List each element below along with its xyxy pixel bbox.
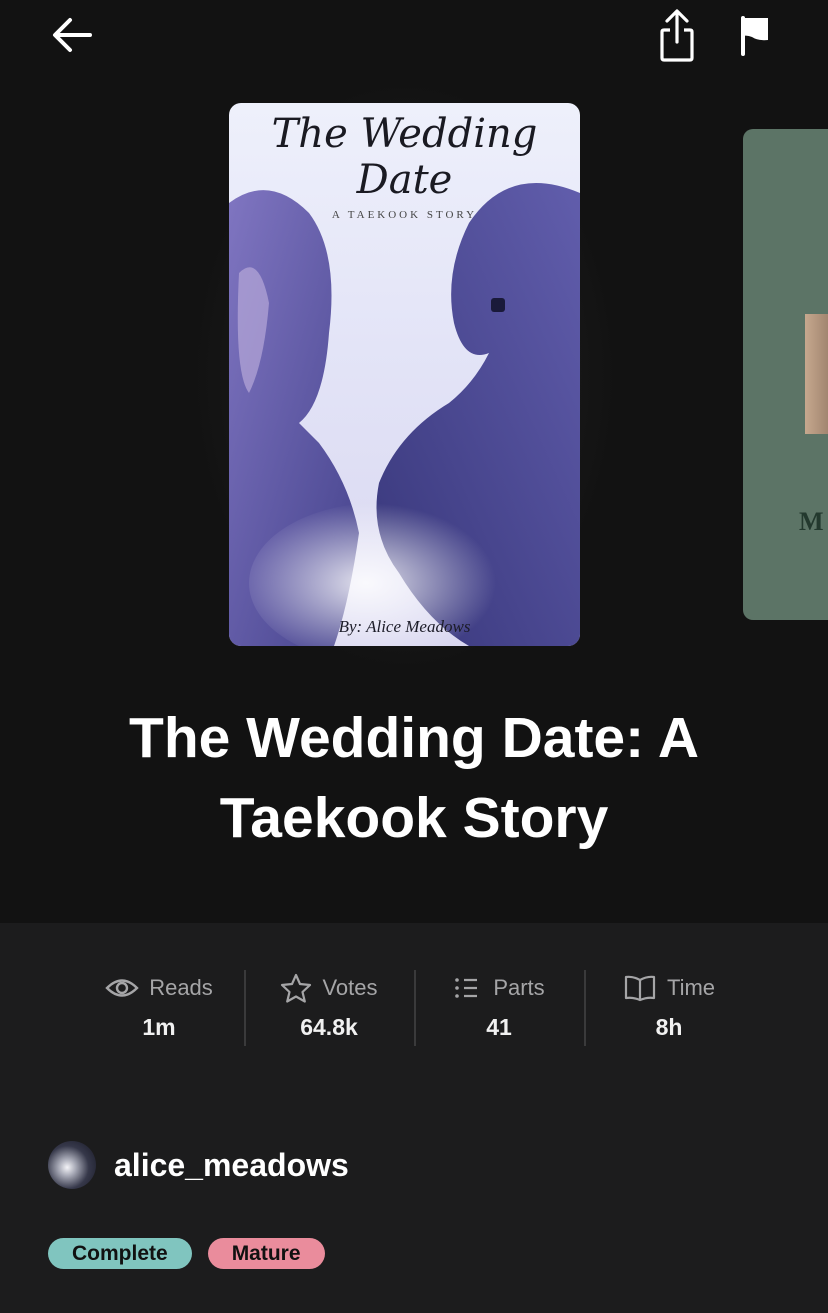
back-button[interactable] xyxy=(44,10,100,60)
list-icon xyxy=(455,978,478,998)
share-icon xyxy=(660,9,694,62)
author-username[interactable]: alice_meadows xyxy=(114,1147,349,1184)
stat-votes: Votes 64.8k xyxy=(244,970,414,1046)
stat-value: 41 xyxy=(486,1014,512,1040)
story-title-line1: The Wedding Date: A xyxy=(129,706,699,770)
stat-label: Reads xyxy=(149,975,213,1000)
story-title: The Wedding Date: A Taekook Story xyxy=(40,698,788,858)
mature-tag[interactable]: Mature xyxy=(207,1238,325,1269)
eye-icon xyxy=(105,979,139,997)
stat-value: 64.8k xyxy=(300,1014,358,1040)
stat-label: Parts xyxy=(493,975,545,1000)
next-cover-image xyxy=(805,314,828,434)
share-button[interactable] xyxy=(652,6,702,64)
back-arrow-icon xyxy=(53,18,92,52)
top-bar xyxy=(0,0,828,80)
cover-title: The Wedding Date xyxy=(229,111,580,203)
flag-icon xyxy=(741,16,768,56)
tags-row: Complete Mature xyxy=(48,1238,325,1269)
author-row[interactable]: alice_meadows xyxy=(48,1140,349,1190)
stat-value: 8h xyxy=(655,1014,683,1040)
report-button[interactable] xyxy=(730,10,780,60)
cover-subtitle: A TAEKOOK STORY xyxy=(331,209,478,221)
book-cover[interactable]: The Wedding Date A TAEKOOK STORY By: Ali… xyxy=(229,103,580,646)
book-icon xyxy=(624,975,656,1002)
stat-parts: Parts 41 xyxy=(414,970,584,1046)
story-title-line2: Taekook Story xyxy=(219,786,609,850)
next-book-cover[interactable]: M xyxy=(743,129,828,620)
stat-time: Time 8h xyxy=(584,970,754,1046)
star-icon xyxy=(281,973,312,1003)
cover-title-line2: Date xyxy=(356,157,453,203)
stats-row: Reads 1m Votes 64.8k Parts 41 Time 8h xyxy=(74,970,754,1046)
cover-author-credit: By: Alice Meadows xyxy=(338,617,471,636)
stat-label: Votes xyxy=(322,975,378,1000)
stat-label: Time xyxy=(666,975,716,1000)
stat-reads: Reads 1m xyxy=(74,970,244,1046)
avatar[interactable] xyxy=(48,1141,96,1189)
next-cover-letter: M xyxy=(799,507,824,536)
stat-value: 1m xyxy=(142,1014,176,1040)
complete-tag[interactable]: Complete xyxy=(48,1238,192,1269)
cover-title-line1: The Wedding xyxy=(271,111,538,157)
